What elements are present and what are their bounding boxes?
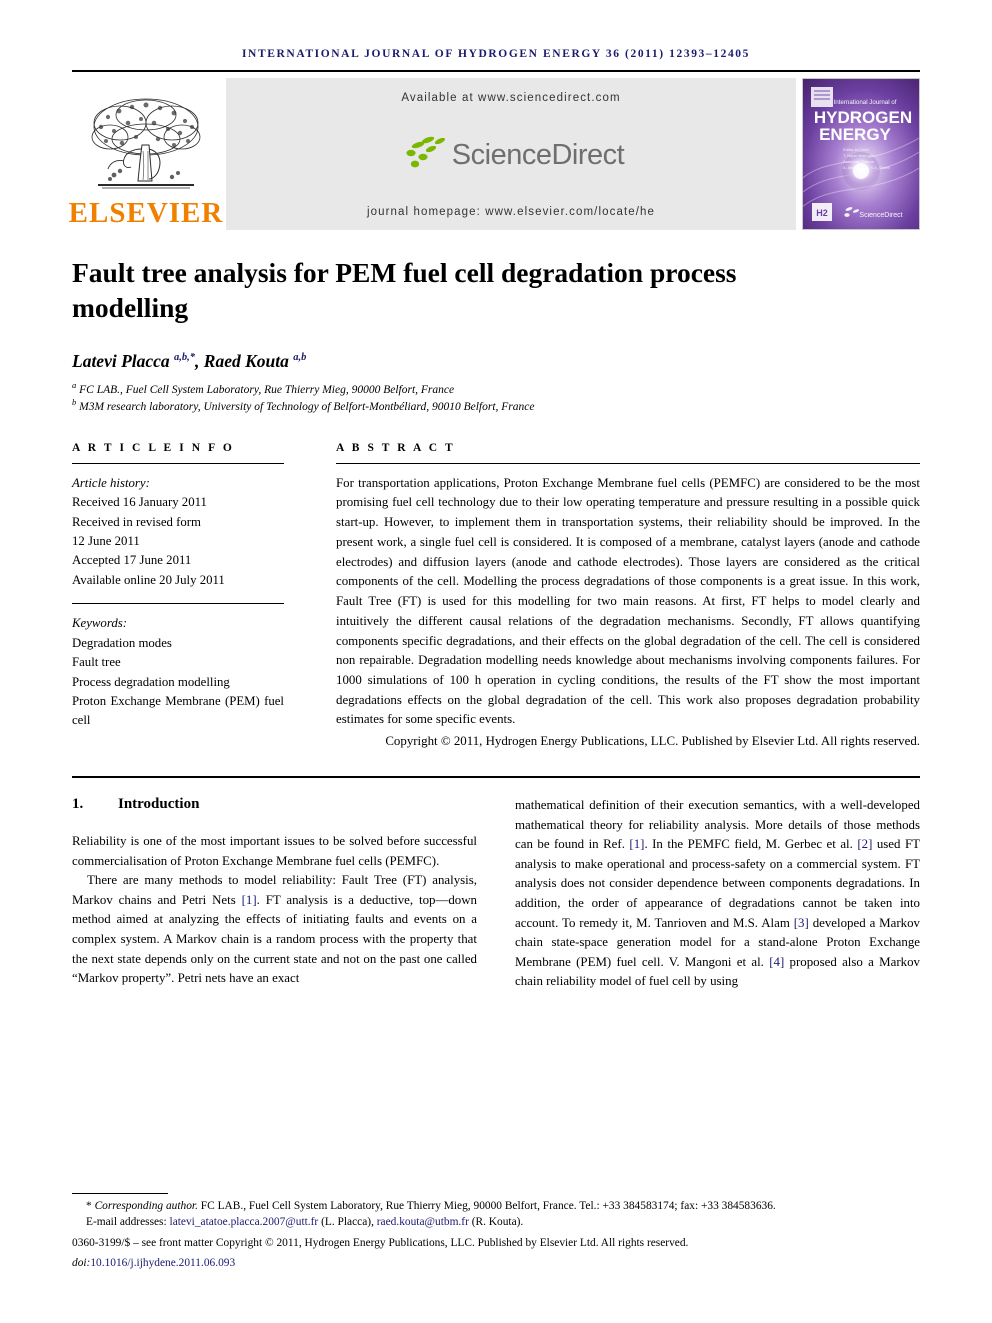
reference-link-1[interactable]: [1] — [242, 893, 257, 907]
corresponding-author-note: * Corresponding author. FC LAB., Fuel Ce… — [72, 1198, 920, 1214]
email-owner-placca: (L. Placca) — [321, 1216, 372, 1229]
available-at-text: Available at www.sciencedirect.com — [401, 92, 621, 104]
history-item: Received in revised form — [72, 514, 201, 529]
keyword-item: Proton Exchange Membrane (PEM) fuel cell — [72, 694, 284, 728]
paragraph-text: . In the PEMFC field, M. Gerbec et al. — [644, 837, 858, 852]
journal-running-head: INTERNATIONAL JOURNAL OF HYDROGEN ENERGY… — [241, 48, 750, 60]
journal-masthead: ELSEVIER Available at www.sciencedirect.… — [69, 70, 920, 230]
email-addresses-line: E-mail addresses: latevi_atatoe.placca.2… — [72, 1214, 920, 1230]
email-link-placca[interactable]: latevi_atatoe.placca.2007@utt.fr — [170, 1216, 319, 1228]
sciencedirect-leaves-icon — [398, 136, 450, 175]
keyword-item: Fault tree — [72, 655, 121, 670]
keywords-label: Keywords: — [72, 616, 127, 631]
corresponding-marker: * — [86, 1200, 92, 1213]
divider — [72, 462, 284, 464]
history-item: 12 June 2011 — [72, 533, 140, 548]
article-history: Article history: Received 16 January 201… — [72, 474, 284, 591]
svg-text:A. Abdel-Azim, S.A. Sherif: A. Abdel-Azim, S.A. Sherif — [843, 165, 890, 170]
divider — [336, 462, 920, 464]
article-title: Fault tree analysis for PEM fuel cell de… — [72, 257, 737, 323]
body-left-column: 1. Introduction Reliability is one of th… — [72, 796, 477, 992]
section-number: 1. — [72, 795, 84, 812]
affiliation-b: b M3M research laboratory, University of… — [72, 397, 535, 413]
history-item: Available online 20 July 2011 — [72, 572, 225, 587]
doi-link[interactable]: 10.1016/j.ijhydene.2011.06.093 — [90, 1257, 235, 1269]
email-label: E-mail addresses: — [86, 1216, 167, 1229]
corresponding-text: FC LAB., Fuel Cell System Laboratory, Ru… — [197, 1200, 776, 1213]
section-title: Introduction — [118, 795, 200, 812]
issn-copyright-line: 0360-3199/$ – see front matter Copyright… — [72, 1236, 689, 1249]
author-names: Latevi Placca a,b,*, Raed Kouta a,b — [72, 351, 307, 372]
svg-text:International Journal of: International Journal of — [834, 99, 897, 106]
abstract-body: For transportation applications, Proton … — [336, 475, 920, 727]
abstract-heading: A B S T R A C T — [336, 441, 456, 454]
email-link-kouta[interactable]: raed.kouta@utbm.fr — [377, 1216, 469, 1228]
author-affil-marker: a,b — [293, 352, 307, 364]
sciencedirect-logo: ScienceDirect — [398, 136, 625, 175]
divider — [72, 603, 284, 605]
affiliation-a: a FC LAB., Fuel Cell System Laboratory, … — [72, 380, 455, 397]
history-item: Accepted 17 June 2011 — [72, 553, 192, 568]
doi-line: doi:10.1016/j.ijhydene.2011.06.093 — [72, 1255, 920, 1271]
email-owner-kouta: (R. Kouta). — [471, 1216, 524, 1229]
author-list: Latevi Placca a,b,*, Raed Kouta a,b — [72, 351, 920, 372]
article-info-column: A R T I C L E I N F O Article history: R… — [72, 442, 310, 752]
sciencedirect-wordmark: ScienceDirect — [451, 138, 625, 171]
abstract-copyright: Copyright © 2011, Hydrogen Energy Public… — [385, 734, 920, 749]
paragraph: mathematical definition of their executi… — [515, 796, 920, 992]
reference-link-4[interactable]: [4] — [769, 955, 784, 969]
sciencedirect-banner: Available at www.sciencedirect.com Scien… — [226, 78, 796, 230]
svg-text:ScienceDirect: ScienceDirect — [859, 212, 902, 219]
affiliation-a-text: FC LAB., Fuel Cell System Laboratory, Ru… — [79, 384, 455, 397]
elsevier-wordmark: ELSEVIER — [68, 197, 224, 229]
doi-label: doi: — [72, 1256, 91, 1269]
keywords-block: Keywords: Degradation modes Fault tree P… — [72, 614, 284, 731]
reference-link-3[interactable]: [3] — [794, 916, 809, 930]
info-abstract-region: A R T I C L E I N F O Article history: R… — [72, 442, 920, 752]
article-page: INTERNATIONAL JOURNAL OF HYDROGEN ENERGY… — [0, 0, 992, 1323]
article-history-label: Article history: — [72, 475, 150, 490]
journal-cover-image: International Journal of HYDROGEN ENERGY… — [802, 78, 920, 230]
svg-text:Associate Editors: Associate Editors — [843, 159, 874, 164]
corresponding-label: Corresponding author. — [94, 1200, 198, 1213]
paragraph: Reliability is one of the most important… — [72, 833, 477, 868]
section-heading-introduction: 1. Introduction — [72, 796, 477, 813]
keyword-item: Degradation modes — [72, 635, 172, 650]
reference-link-1[interactable]: [1] — [629, 837, 644, 851]
journal-homepage-text: journal homepage: www.elsevier.com/locat… — [366, 206, 656, 218]
body-right-column: mathematical definition of their executi… — [515, 796, 920, 992]
abstract-column: A B S T R A C T For transportation appli… — [310, 442, 920, 752]
svg-text:T. Nejat Veziroglu: T. Nejat Veziroglu — [843, 153, 874, 158]
body-columns: 1. Introduction Reliability is one of th… — [72, 775, 920, 992]
svg-text:Editor-in-Chief: Editor-in-Chief — [843, 147, 869, 152]
affiliation-b-text: M3M research laboratory, University of T… — [79, 400, 535, 413]
history-item: Received 16 January 2011 — [72, 495, 207, 510]
svg-text:ENERGY: ENERGY — [819, 125, 891, 144]
svg-text:H2: H2 — [816, 208, 828, 218]
elsevier-tree-icon — [86, 93, 206, 198]
author-affil-marker: a,b,* — [174, 352, 196, 364]
reference-link-2[interactable]: [2] — [857, 837, 872, 851]
elsevier-publisher-block: ELSEVIER — [69, 78, 222, 230]
paragraph: There are many methods to model reliabil… — [72, 871, 477, 989]
page-footer: * Corresponding author. FC LAB., Fuel Ce… — [72, 1193, 920, 1271]
article-info-heading: A R T I C L E I N F O — [72, 441, 235, 454]
keyword-item: Process degradation modelling — [72, 674, 230, 689]
affiliations: a FC LAB., Fuel Cell System Laboratory, … — [72, 380, 920, 415]
footnote-divider — [72, 1193, 168, 1195]
